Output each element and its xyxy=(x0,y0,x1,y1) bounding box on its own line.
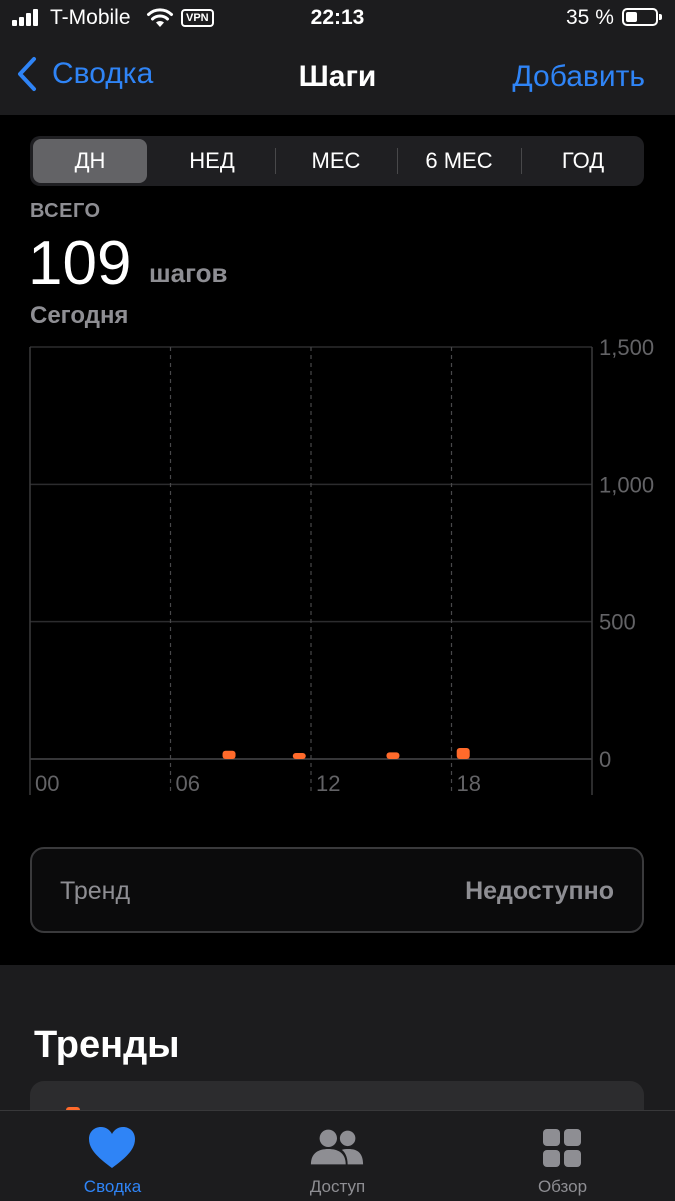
chart-bar xyxy=(456,748,470,759)
trends-section-title: Тренды xyxy=(34,1024,180,1066)
tab-sharing[interactable]: Доступ xyxy=(225,1111,450,1201)
chart-bar xyxy=(222,750,236,759)
y-tick-label: 0 xyxy=(599,747,611,772)
chart-bar xyxy=(292,753,306,759)
trend-value: Недоступно xyxy=(465,877,614,905)
trend-label: Тренд xyxy=(60,877,131,905)
x-tick-label: 06 xyxy=(176,771,200,796)
date-label: Сегодня xyxy=(30,302,129,329)
chart-bar xyxy=(386,752,400,759)
tab-sharing-label: Доступ xyxy=(309,1177,366,1196)
segment-6-months[interactable]: 6 МЕС xyxy=(398,136,520,186)
segment-year[interactable]: ГОД xyxy=(522,136,644,186)
tab-browse-label: Обзор xyxy=(537,1177,588,1196)
y-tick-label: 1,500 xyxy=(599,335,654,360)
y-tick-label: 1,000 xyxy=(599,472,654,497)
steps-chart[interactable]: 1,5001,000500000 06 12 18 xyxy=(0,335,675,805)
total-steps-value: 109 xyxy=(28,229,132,298)
grid-icon xyxy=(543,1129,581,1167)
battery-icon xyxy=(622,8,662,26)
tab-bar: Сводка Доступ Обзор xyxy=(0,1110,675,1201)
people-icon xyxy=(310,1129,364,1165)
total-label: ВСЕГО xyxy=(30,200,101,222)
segment-month[interactable]: МЕС xyxy=(276,136,396,186)
segment-day[interactable]: ДН xyxy=(33,139,147,183)
tab-browse[interactable]: Обзор xyxy=(450,1111,675,1201)
y-tick-label: 500 xyxy=(599,610,636,635)
segment-week[interactable]: НЕД xyxy=(151,136,273,186)
period-segmented-control: ДН НЕД МЕС 6 МЕС ГОД xyxy=(30,136,644,186)
x-tick-label: 12 xyxy=(316,771,340,796)
tab-summary-label: Сводка xyxy=(83,1177,142,1196)
status-bar: T-Mobile VPN 22:13 35 % xyxy=(0,0,675,40)
heart-icon xyxy=(89,1127,135,1168)
add-button[interactable]: Добавить xyxy=(512,60,645,94)
x-tick-label: 18 xyxy=(457,771,481,796)
steps-unit: шагов xyxy=(149,258,228,288)
x-tick-label: 00 xyxy=(35,771,59,796)
tab-summary[interactable]: Сводка xyxy=(0,1111,225,1201)
navigation-bar: Сводка Шаги Добавить xyxy=(0,40,675,115)
trend-row[interactable]: Тренд Недоступно xyxy=(30,847,644,933)
battery-percent: 35 % xyxy=(566,6,614,29)
